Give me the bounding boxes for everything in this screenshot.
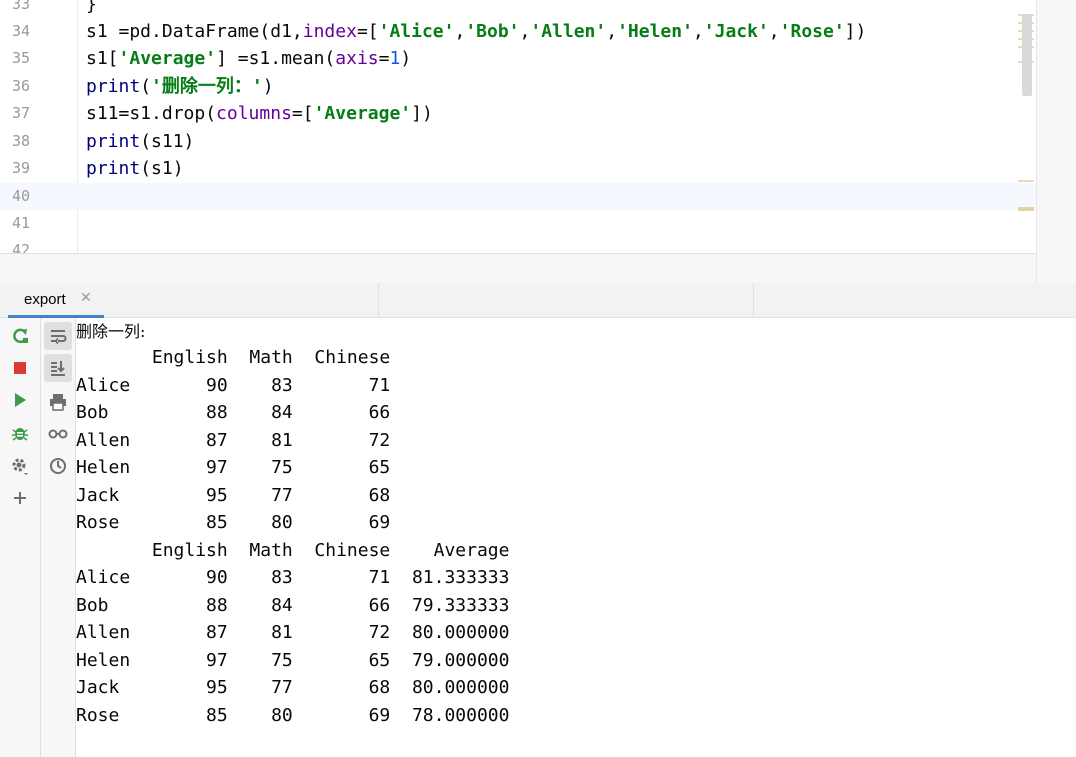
- console-toolbar: [41, 318, 76, 757]
- current-line-highlight: [0, 183, 1036, 210]
- error-stripe-mark[interactable]: [1018, 180, 1034, 182]
- code-line-33[interactable]: }: [86, 0, 97, 18]
- table-row: Helen 97 75 65 79.000000: [76, 650, 510, 671]
- line-number: 40: [11, 187, 30, 205]
- code-token: index: [302, 21, 357, 42]
- code-string: 'Bob': [465, 21, 520, 42]
- code-string: 'Jack': [703, 21, 769, 42]
- code-token: ]): [844, 21, 867, 42]
- table-row: Allen 87 81 72: [76, 430, 391, 451]
- code-line-38[interactable]: print(s11): [86, 128, 194, 155]
- code-token: ): [400, 48, 412, 69]
- code-string: 'Alice': [378, 21, 455, 42]
- stop-icon[interactable]: [8, 356, 32, 380]
- table-row: Jack 95 77 68: [76, 485, 391, 506]
- debug-icon[interactable]: [8, 421, 32, 445]
- code-token: (s1): [140, 158, 184, 179]
- table-header: English Math Chinese: [76, 347, 391, 368]
- line-number: 37: [11, 104, 30, 122]
- run-toolbar: [0, 318, 41, 757]
- code-token: columns: [216, 103, 292, 124]
- table-row: Jack 95 77 68 80.000000: [76, 677, 510, 698]
- code-line-37[interactable]: s11=s1.drop(columns=['Average']): [86, 100, 433, 127]
- code-token: =: [378, 48, 390, 69]
- table-row: Rose 85 80 69 78.000000: [76, 705, 510, 726]
- code-token: ): [262, 76, 274, 97]
- editor-footer: [0, 253, 1036, 284]
- table-row: Bob 88 84 66 79.333333: [76, 595, 510, 616]
- settings-icon[interactable]: [8, 454, 32, 478]
- code-string: 'Average': [313, 103, 412, 124]
- add-icon[interactable]: [8, 486, 32, 510]
- table-row: Allen 87 81 72 80.000000: [76, 622, 510, 643]
- code-line-36[interactable]: print('删除一列：'): [86, 73, 274, 100]
- table-row: Helen 97 75 65: [76, 457, 391, 478]
- console-output[interactable]: 删除一列: English Math Chinese Alice 90 83 7…: [76, 318, 1076, 757]
- code-token: s11=s1.drop(: [86, 103, 217, 124]
- error-stripe-mark[interactable]: [1018, 207, 1034, 211]
- code-token: ] =s1.mean(: [216, 48, 336, 69]
- tab-export[interactable]: export ✕: [8, 283, 104, 318]
- divider: [378, 283, 379, 317]
- code-number: 1: [389, 48, 401, 69]
- code-line-35[interactable]: s1['Average'] =s1.mean(axis=1): [86, 45, 411, 72]
- line-number: 39: [11, 159, 30, 177]
- code-editor[interactable]: 33 34 35 36 37 38 39 40 41 42 } s1 =pd.D…: [0, 0, 1036, 253]
- tab-label: export: [24, 291, 66, 308]
- rerun-icon[interactable]: [8, 324, 32, 348]
- line-number: 33: [11, 0, 30, 13]
- code-line-39[interactable]: print(s1): [86, 155, 184, 182]
- code-token: s1[: [86, 48, 119, 69]
- table-row: Alice 90 83 71: [76, 375, 391, 396]
- code-token: axis: [335, 48, 379, 69]
- table-header: English Math Chinese Average: [76, 540, 510, 561]
- code-keyword: print: [86, 158, 141, 179]
- code-string: 'Allen': [530, 21, 607, 42]
- code-line-34[interactable]: s1 =pd.DataFrame(d1,index=['Alice','Bob'…: [86, 18, 866, 45]
- print-icon[interactable]: [46, 390, 70, 414]
- code-string: 'Rose': [779, 21, 845, 42]
- soft-wrap-icon[interactable]: [44, 322, 72, 350]
- editor-scrollbar[interactable]: [1022, 14, 1032, 96]
- scroll-to-end-icon[interactable]: [44, 354, 72, 382]
- divider: [753, 283, 754, 317]
- history-icon[interactable]: [46, 454, 70, 478]
- right-tool-strip: [1036, 0, 1076, 283]
- code-string: 'Average': [118, 48, 217, 69]
- table-row: Rose 85 80 69: [76, 512, 391, 533]
- code-keyword: print: [86, 131, 141, 152]
- line-number: 36: [11, 77, 30, 95]
- table-row: Alice 90 83 71 81.333333: [76, 567, 510, 588]
- code-string: '删除一列：': [151, 76, 263, 97]
- code-token: =[: [291, 103, 314, 124]
- code-token: (s11): [140, 131, 195, 152]
- code-token: (: [140, 76, 152, 97]
- console-heading: 删除一列:: [76, 322, 146, 341]
- code-token: ]): [411, 103, 433, 124]
- code-token: s1 =pd.DataFrame(d1,: [86, 21, 303, 42]
- code-keyword: print: [86, 76, 141, 97]
- line-number: 41: [11, 214, 30, 232]
- line-number: 34: [11, 22, 30, 40]
- code-string: 'Helen': [617, 21, 693, 42]
- table-row: Bob 88 84 66: [76, 402, 391, 423]
- run-tab-bar: export ✕: [0, 283, 1076, 318]
- run-icon[interactable]: [8, 388, 32, 412]
- code-token: =[: [356, 21, 379, 42]
- line-number: 38: [11, 132, 30, 150]
- line-number: 42: [11, 241, 30, 253]
- close-icon[interactable]: ✕: [80, 290, 92, 306]
- glasses-icon[interactable]: [46, 422, 70, 446]
- line-number: 35: [11, 49, 30, 67]
